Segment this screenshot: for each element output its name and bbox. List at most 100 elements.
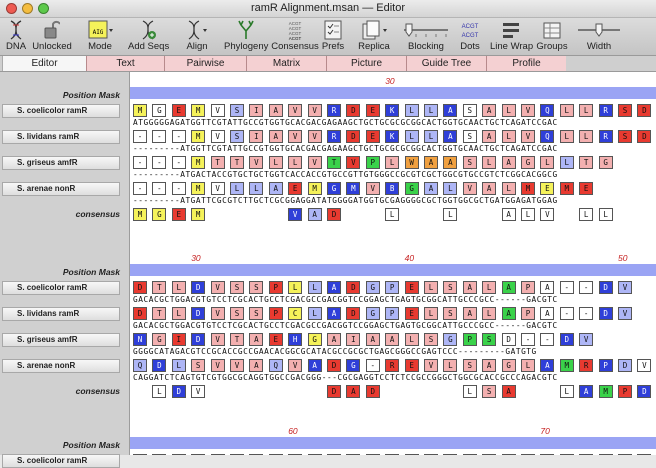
residue-cell[interactable]: V xyxy=(210,130,225,143)
residue-cell[interactable]: V xyxy=(346,156,361,169)
residue-cell[interactable]: M xyxy=(191,208,206,221)
residue-cell[interactable]: - xyxy=(521,333,535,346)
residue-cell[interactable]: L xyxy=(443,359,458,372)
residue-cell[interactable]: A xyxy=(365,333,380,346)
residue-cell[interactable]: D xyxy=(365,385,380,398)
residue-cell[interactable]: D xyxy=(327,385,341,398)
residue-cell[interactable]: A xyxy=(268,182,283,195)
residue-cell[interactable]: G xyxy=(327,182,341,195)
residue-cell[interactable]: S xyxy=(191,359,206,372)
residue-cell[interactable]: L xyxy=(579,104,594,117)
residue-cell[interactable]: Q xyxy=(540,130,555,143)
residue-cell[interactable]: V xyxy=(288,208,303,221)
sequence-name-row[interactable]: S. lividans ramR xyxy=(2,307,120,321)
residue-cell[interactable]: A xyxy=(443,156,458,169)
residue-cell[interactable]: L xyxy=(598,208,613,221)
residue-cell[interactable]: M xyxy=(521,182,535,195)
tab-picture[interactable]: Picture xyxy=(326,56,406,71)
residue-cell[interactable]: L xyxy=(171,281,186,294)
residue-cell[interactable]: - xyxy=(540,333,555,346)
residue-cell[interactable]: S xyxy=(249,281,264,294)
prefs-button[interactable]: Prefs xyxy=(320,18,346,55)
residue-cell[interactable]: A xyxy=(501,281,516,294)
tab-editor[interactable]: Editor xyxy=(2,56,86,71)
residue-cell[interactable]: L xyxy=(559,385,574,398)
residue-cell[interactable]: E xyxy=(171,208,186,221)
residue-cell[interactable]: G xyxy=(365,307,380,320)
residue-cell[interactable]: V xyxy=(191,385,206,398)
residue-cell[interactable]: - xyxy=(171,130,186,143)
residue-cell[interactable]: L xyxy=(404,104,419,117)
residue-cell[interactable]: S xyxy=(230,281,244,294)
sequence-name-row[interactable]: S. griseus amfR xyxy=(2,333,120,347)
residue-cell[interactable]: V xyxy=(210,182,225,195)
residue-cell[interactable]: D xyxy=(171,385,186,398)
residue-cell[interactable]: S xyxy=(230,130,244,143)
residue-cell[interactable]: - xyxy=(133,156,147,169)
residue-cell[interactable]: D xyxy=(191,307,206,320)
residue-cell[interactable]: G xyxy=(443,333,458,346)
residue-cell[interactable]: T xyxy=(152,281,167,294)
residue-cell[interactable]: D xyxy=(327,208,341,221)
residue-cell[interactable]: L xyxy=(521,359,535,372)
tab-text[interactable]: Text xyxy=(86,56,164,71)
residue-cell[interactable]: D xyxy=(559,333,574,346)
add-seqs-button[interactable]: Add Seqs xyxy=(128,18,169,55)
residue-cell[interactable]: S xyxy=(462,359,477,372)
residue-cell[interactable]: S xyxy=(443,307,458,320)
residue-cell[interactable]: V xyxy=(288,130,303,143)
residue-cell[interactable]: P xyxy=(385,281,400,294)
residue-cell[interactable]: L xyxy=(268,156,283,169)
residue-cell[interactable]: A xyxy=(579,385,594,398)
tab-guide-tree[interactable]: Guide Tree xyxy=(406,56,486,71)
residue-cell[interactable]: E xyxy=(540,182,555,195)
consensus-button[interactable]: ACGT ACGT ACGT ACGT Consensus xyxy=(270,18,320,55)
residue-cell[interactable]: S xyxy=(424,333,438,346)
residue-cell[interactable]: L xyxy=(288,156,303,169)
residue-cell[interactable]: V xyxy=(307,130,322,143)
sequence-name-row[interactable]: S. griseus amfR xyxy=(2,156,120,170)
residue-cell[interactable]: D xyxy=(346,281,361,294)
residue-cell[interactable]: L xyxy=(404,333,419,346)
residue-cell[interactable]: A xyxy=(385,333,400,346)
residue-cell[interactable]: L xyxy=(404,130,419,143)
residue-cell[interactable]: V xyxy=(210,281,225,294)
residue-cell[interactable]: E xyxy=(404,281,419,294)
residue-cell[interactable]: A xyxy=(327,307,341,320)
residue-cell[interactable]: M xyxy=(598,385,613,398)
residue-cell[interactable]: H xyxy=(288,333,303,346)
residue-cell[interactable]: D xyxy=(327,359,341,372)
residue-cell[interactable]: P xyxy=(598,359,613,372)
residue-cell[interactable]: S xyxy=(249,307,264,320)
residue-cell[interactable]: L xyxy=(482,156,497,169)
residue-cell[interactable]: S xyxy=(618,130,632,143)
residue-cell[interactable]: E xyxy=(404,307,419,320)
residue-cell[interactable]: V xyxy=(210,104,225,117)
residue-cell[interactable]: Q xyxy=(540,104,555,117)
residue-cell[interactable]: M xyxy=(191,182,206,195)
residue-cell[interactable]: S xyxy=(482,333,497,346)
residue-cell[interactable]: T xyxy=(230,333,244,346)
residue-cell[interactable]: V xyxy=(579,333,594,346)
residue-cell[interactable]: V xyxy=(210,359,225,372)
residue-cell[interactable]: D xyxy=(637,385,652,398)
residue-cell[interactable]: L xyxy=(385,156,400,169)
phylogeny-button[interactable]: Phylogeny xyxy=(224,18,268,55)
residue-cell[interactable]: I xyxy=(171,333,186,346)
residue-cell[interactable]: A xyxy=(443,130,458,143)
residue-cell[interactable]: - xyxy=(152,130,167,143)
residue-cell[interactable]: L xyxy=(443,208,458,221)
residue-cell[interactable]: L xyxy=(482,281,497,294)
residue-cell[interactable]: L xyxy=(501,182,516,195)
tab-profile[interactable]: Profile xyxy=(486,56,566,71)
residue-cell[interactable]: I xyxy=(249,104,264,117)
residue-cell[interactable]: A xyxy=(424,182,438,195)
residue-cell[interactable]: A xyxy=(268,130,283,143)
residue-cell[interactable]: P xyxy=(268,307,283,320)
residue-cell[interactable]: D xyxy=(346,307,361,320)
sequence-name-row[interactable]: S. coelicolor ramR xyxy=(2,281,120,295)
residue-cell[interactable]: A xyxy=(540,281,555,294)
tab-pairwise[interactable]: Pairwise xyxy=(164,56,246,71)
residue-cell[interactable]: G xyxy=(501,359,516,372)
residue-cell[interactable]: G xyxy=(598,156,613,169)
